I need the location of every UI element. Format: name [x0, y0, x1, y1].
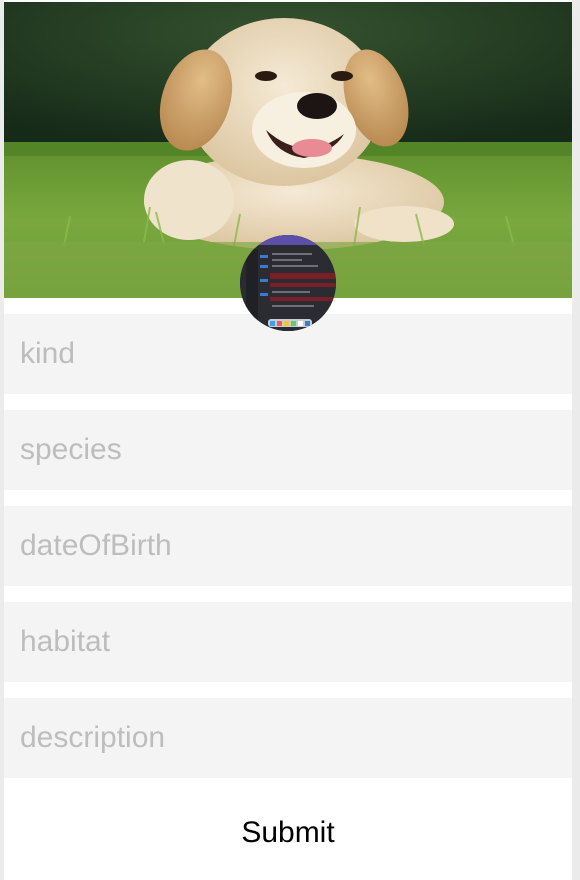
species-input[interactable] — [4, 410, 572, 490]
avatar-image — [240, 235, 336, 331]
date-of-birth-input[interactable] — [4, 506, 572, 586]
description-input[interactable] — [4, 698, 572, 778]
pet-form-screen: Submit — [4, 0, 572, 880]
submit-button[interactable]: Submit — [4, 792, 572, 874]
avatar[interactable] — [240, 235, 336, 331]
habitat-input[interactable] — [4, 602, 572, 682]
